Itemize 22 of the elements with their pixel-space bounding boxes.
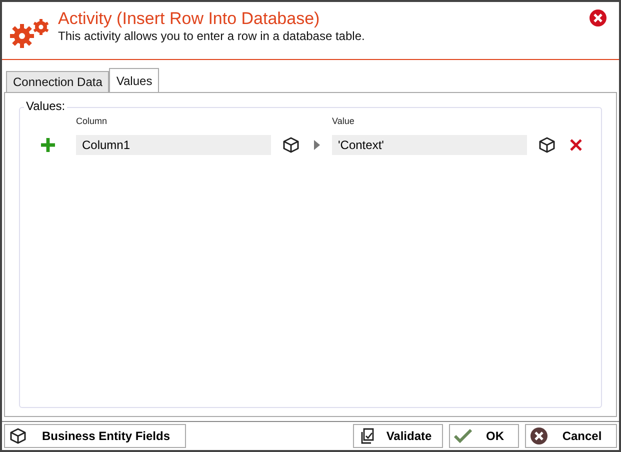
delete-button[interactable]	[570, 139, 582, 151]
cube-icon	[282, 136, 300, 154]
dialog-description: This activity allows you to enter a row in a database table.	[58, 29, 366, 43]
add-button[interactable]	[41, 138, 55, 152]
group-label: Values:	[24, 99, 68, 113]
cancel-icon	[530, 427, 548, 445]
column-header: Value	[332, 116, 354, 126]
tab[interactable]: Connection Data	[6, 71, 110, 92]
ok-button[interactable]: OK	[449, 424, 519, 448]
arrow-icon	[314, 140, 320, 150]
cancel-button[interactable]: Cancel	[525, 424, 617, 448]
business-entity-fields-button[interactable]: Business Entity Fields	[4, 424, 186, 448]
tab[interactable]: Values	[109, 68, 160, 92]
cube-icon	[538, 136, 556, 154]
close-button[interactable]	[589, 9, 607, 27]
dialog-title: Activity (Insert Row Into Database)	[58, 9, 321, 29]
value-field[interactable]: 'Context'	[332, 135, 527, 155]
cube-icon	[9, 427, 27, 445]
column-header: Column	[76, 116, 108, 126]
checkmark-icon	[454, 428, 472, 444]
validate-button[interactable]: Validate	[353, 424, 443, 448]
column-field[interactable]: Column1	[76, 135, 271, 155]
